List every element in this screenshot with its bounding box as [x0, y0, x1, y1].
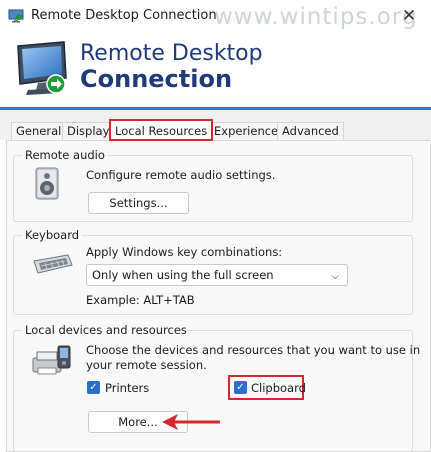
remote-audio-group — [13, 155, 413, 222]
banner-title-line1: Remote Desktop — [80, 41, 263, 66]
audio-settings-button[interactable]: Settings... — [88, 192, 189, 214]
tab-general[interactable]: General — [11, 122, 67, 140]
keyboard-example: Example: ALT+TAB — [86, 293, 195, 307]
keyboard-legend: Keyboard — [22, 228, 83, 242]
watermark-text: www.wintips.org — [214, 4, 418, 30]
remote-audio-description: Configure remote audio settings. — [86, 168, 276, 182]
speaker-icon — [35, 167, 59, 200]
title-bar: Remote Desktop Connection www.wintips.or… — [0, 0, 431, 32]
chevron-down-icon: ⌵ — [331, 271, 339, 282]
audio-settings-button-label: Settings... — [109, 196, 168, 210]
window-title: Remote Desktop Connection — [31, 8, 217, 23]
tab-local-resources[interactable]: Local Resources — [109, 119, 214, 141]
keyboard-icon — [33, 254, 73, 274]
clipboard-checkbox[interactable]: ✓ — [234, 381, 247, 394]
keyboard-description: Apply Windows key combinations: — [86, 245, 283, 259]
banner-title-line2: Connection — [80, 65, 233, 93]
devices-icon — [32, 345, 71, 375]
local-devices-description-line2: your remote session. — [86, 358, 207, 372]
tab-advanced[interactable]: Advanced — [277, 122, 344, 140]
clipboard-label: Clipboard — [251, 381, 306, 395]
tab-display[interactable]: Display — [62, 122, 115, 140]
local-devices-legend: Local devices and resources — [22, 323, 190, 337]
more-button-label: More... — [118, 415, 158, 429]
banner: Remote Desktop Connection — [0, 32, 431, 110]
printers-label: Printers — [105, 381, 150, 395]
keyboard-dropdown-value: Only when using the full screen — [92, 268, 274, 282]
keyboard-combination-dropdown[interactable]: Only when using the full screen ⌵ — [86, 264, 348, 286]
local-devices-description-line1: Choose the devices and resources that yo… — [86, 343, 421, 357]
remote-desktop-app-icon — [8, 9, 24, 23]
annotation-arrow-icon — [162, 414, 220, 430]
printers-checkbox[interactable]: ✓ — [87, 381, 100, 394]
close-icon[interactable]: ✕ — [398, 6, 420, 26]
remote-audio-legend: Remote audio — [22, 148, 108, 162]
tab-experience[interactable]: Experience — [209, 122, 284, 140]
monitor-icon — [17, 41, 67, 95]
